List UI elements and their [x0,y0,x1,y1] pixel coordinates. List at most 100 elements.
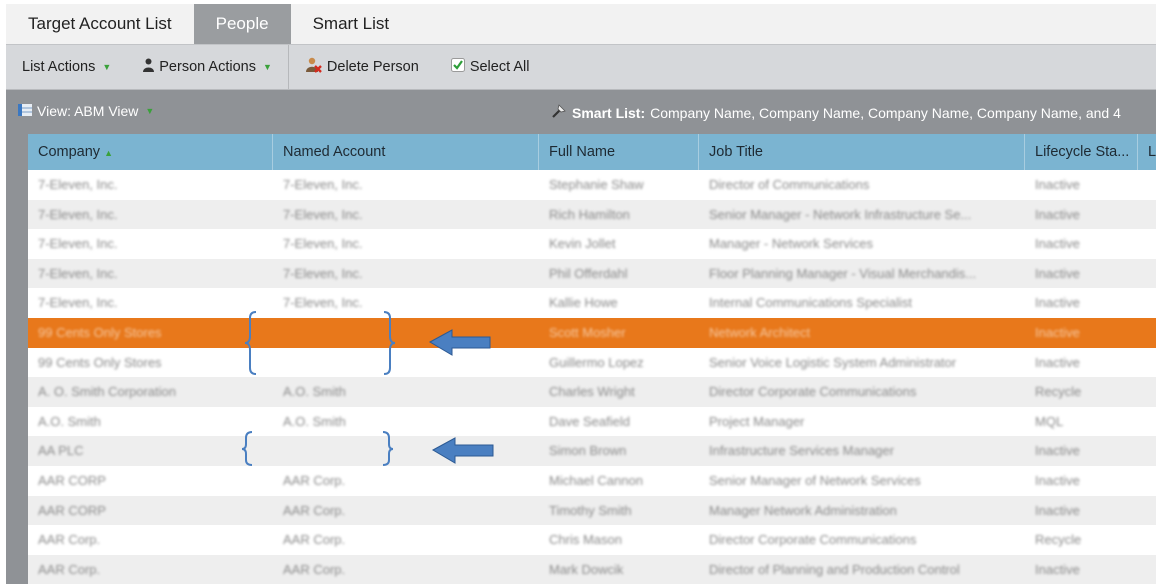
table-row[interactable]: AAR CORP AAR Corp. Timothy Smith Manager Ne… [28,495,1156,526]
list-actions-label: List Actions [22,59,96,75]
smart-list-label: Smart List: [572,104,646,121]
column-header-label: La [1148,144,1156,160]
cell-company: AAR CORP [38,502,106,518]
smart-list-value: Company Name, Company Name, Company Name… [650,104,1121,121]
table-row[interactable]: AA PLC Simon Brown Infrastructure Services… [28,436,1156,466]
column-header-label: Company [38,144,101,160]
cell-job-title: Senior Voice Logistic System Administrat… [709,354,957,370]
cell-company: 7-Eleven, Inc. [38,295,118,311]
cell-job-title: Internal Communications Specialist [709,295,913,311]
view-label: View: ABM View [37,103,139,119]
smart-list-icon [551,103,567,122]
cell-named-account [273,318,539,348]
smart-list-summary[interactable]: Smart List: Company Name, Company Name, … [551,103,1121,122]
cell-named-account: 7-Eleven, Inc. [283,265,363,281]
cell-job-title: Senior Manager of Network Services [709,473,921,488]
table-row[interactable]: AAR Corp. AAR Corp. Mark Dowcik Director of… [28,554,1156,584]
caret-down-icon: ▼ [263,62,272,72]
cell-full-name: Rich Hamilton [549,206,630,222]
cell-full-name: Chris Mason [549,532,622,548]
table-row[interactable]: AAR Corp. AAR Corp. Chris Mason Director Co… [28,525,1156,555]
delete-person-icon [305,57,322,77]
sort-ascending-icon: ▲ [104,148,113,158]
select-all-button[interactable]: Select All [435,45,546,89]
view-selector[interactable]: View: ABM View ▼ [18,103,154,119]
table-row[interactable]: A.O. Smith A.O. Smith Dave Seafield Project… [28,407,1156,437]
tab-target-account-list[interactable]: Target Account List [6,4,194,44]
cell-job-title: Network Architect [709,325,811,340]
table-row[interactable]: A. O. Smith Corporation A.O. Smith Charles… [28,377,1156,407]
toolbar: List Actions ▼ Person Actions ▼ Delete P… [6,44,1156,90]
column-header-named-account[interactable]: Named Account [273,134,539,170]
cell-job-title: Floor Planning Manager - Visual Merchand… [709,265,977,281]
cell-lifecycle: Inactive [1035,325,1080,340]
cell-company: 7-Eleven, Inc. [38,265,118,281]
cell-full-name: Guillermo Lopez [549,354,644,370]
people-grid: Company ▲ Named Account Full Name Job Tit… [28,134,1156,584]
cell-lifecycle: Inactive [1035,354,1080,370]
cell-full-name: Scott Mosher [549,325,626,340]
grid-left-border [6,134,28,584]
cell-named-account: AAR Corp. [283,532,346,548]
cell-full-name: Michael Cannon [549,473,643,488]
select-all-label: Select All [469,59,530,75]
person-actions-label: Person Actions [159,59,256,75]
column-header-label: Named Account [283,144,386,160]
table-row[interactable]: 7-Eleven, Inc. 7-Eleven, Inc. Kevin Jollet… [28,229,1156,259]
cell-lifecycle: Inactive [1035,265,1080,281]
cell-full-name: Phil Offerdahl [549,265,628,281]
cell-lifecycle: Inactive [1035,295,1080,311]
tab-smart-list[interactable]: Smart List [291,4,412,44]
cell-named-account: AAR Corp. [283,561,346,577]
cell-job-title: Director Corporate Communications [709,384,917,400]
column-header-label: Lifecycle Sta... [1035,144,1130,160]
person-actions-button[interactable]: Person Actions ▼ [127,45,288,89]
cell-job-title: Manager Network Administration [709,502,897,518]
cell-lifecycle: Inactive [1035,473,1080,488]
table-row[interactable]: 99 Cents Only Stores Guillermo Lopez Senio… [28,348,1156,378]
table-row[interactable]: 7-Eleven, Inc. 7-Eleven, Inc. Rich Hamilto… [28,199,1156,230]
column-header-lifecycle-stage[interactable]: Lifecycle Sta... [1025,134,1138,170]
cell-job-title: Infrastructure Services Manager [709,443,894,459]
column-header-partial[interactable]: La [1138,134,1156,170]
cell-full-name: Mark Dowcik [549,561,624,577]
cell-lifecycle: Inactive [1035,206,1080,222]
column-header-job-title[interactable]: Job Title [699,134,1025,170]
cell-named-account: A.O. Smith [283,413,346,429]
column-header-label: Full Name [549,144,616,160]
table-row[interactable]: 7-Eleven, Inc. 7-Eleven, Inc. Stephanie Sh… [28,170,1156,200]
tab-people[interactable]: People [193,4,291,44]
table-row[interactable]: 7-Eleven, Inc. 7-Eleven, Inc. Kallie Howe I… [28,288,1156,318]
cell-job-title: Director Corporate Communications [709,532,917,548]
cell-job-title: Director of Planning and Production Cont… [709,561,960,577]
column-header-company[interactable]: Company ▲ [28,134,273,170]
grid-view-icon [18,103,32,119]
cell-named-account [273,348,539,378]
cell-company: AAR Corp. [38,561,101,577]
table-row[interactable]: AAR CORP AAR Corp. Michael Cannon Senior Ma… [28,466,1156,496]
checkbox-check-icon [450,58,465,76]
column-header-full-name[interactable]: Full Name [539,134,699,170]
tab-bar: Target Account List People Smart List [6,4,1156,44]
delete-person-label: Delete Person [326,59,419,75]
cell-named-account: AAR Corp. [283,473,346,488]
cell-lifecycle: Inactive [1035,236,1080,252]
cell-lifecycle: Inactive [1035,502,1080,518]
table-row[interactable]: 7-Eleven, Inc. 7-Eleven, Inc. Phil Offerda… [28,258,1156,289]
cell-company: 7-Eleven, Inc. [38,206,118,222]
cell-named-account [273,436,539,466]
table-row[interactable]: 99 Cents Only Stores Scott Mosher Network … [28,318,1156,348]
cell-company: A.O. Smith [38,413,101,429]
cell-company: 7-Eleven, Inc. [38,236,118,252]
cell-company: AAR CORP [38,473,106,488]
cell-named-account: 7-Eleven, Inc. [283,177,363,192]
cell-lifecycle: Recycle [1035,532,1082,548]
cell-full-name: Kevin Jollet [549,236,616,252]
delete-person-button[interactable]: Delete Person [289,45,435,89]
cell-named-account: 7-Eleven, Inc. [283,206,363,222]
cell-company: 99 Cents Only Stores [38,325,162,340]
cell-company: AAR Corp. [38,532,101,548]
cell-full-name: Timothy Smith [549,502,632,518]
list-actions-button[interactable]: List Actions ▼ [6,45,127,89]
cell-job-title: Senior Manager - Network Infrastructure … [709,206,972,222]
